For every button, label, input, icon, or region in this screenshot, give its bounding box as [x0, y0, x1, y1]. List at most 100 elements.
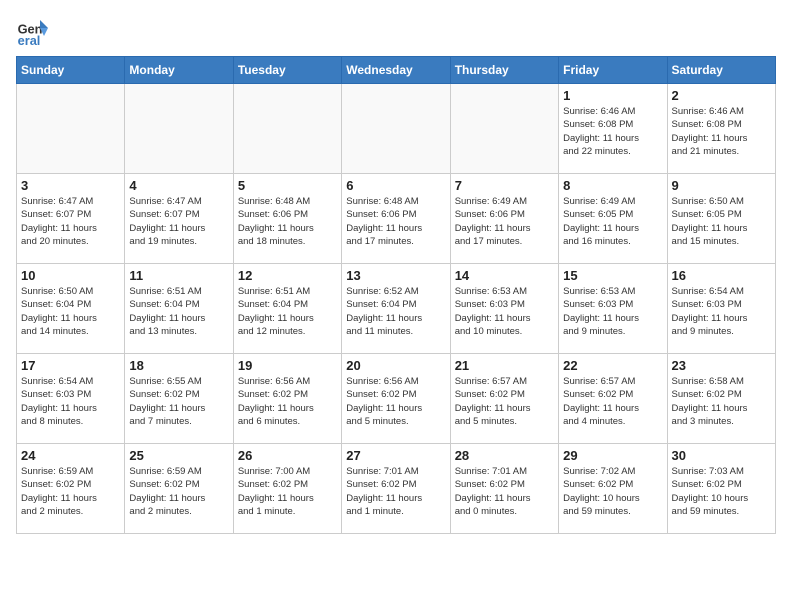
week-row-5: 24 Sunrise: 6:59 AMSunset: 6:02 PMDayligh… [17, 444, 776, 534]
day-number: 26 [238, 448, 337, 463]
day-cell: 20 Sunrise: 6:56 AMSunset: 6:02 PMDayligh… [342, 354, 450, 444]
day-cell: 13 Sunrise: 6:52 AMSunset: 6:04 PMDayligh… [342, 264, 450, 354]
week-row-2: 3 Sunrise: 6:47 AMSunset: 6:07 PMDaylight… [17, 174, 776, 264]
day-cell: 10Sunrise: 6:50 AMSunset: 6:04 PMDayligh… [17, 264, 125, 354]
col-header-saturday: Saturday [667, 57, 775, 84]
day-info: Sunrise: 6:55 AMSunset: 6:02 PMDaylight:… [129, 375, 228, 428]
day-info: Sunrise: 6:51 AMSunset: 6:04 PMDaylight:… [129, 285, 228, 338]
day-info: Sunrise: 6:49 AMSunset: 6:06 PMDaylight:… [455, 195, 554, 248]
day-cell: 5Sunrise: 6:48 AMSunset: 6:06 PMDaylight… [233, 174, 341, 264]
day-number: 15 [563, 268, 662, 283]
day-cell: 18 Sunrise: 6:55 AMSunset: 6:02 PMDayligh… [125, 354, 233, 444]
day-cell: 12 Sunrise: 6:51 AMSunset: 6:04 PMDayligh… [233, 264, 341, 354]
col-header-friday: Friday [559, 57, 667, 84]
day-cell: 2 Sunrise: 6:46 AMSunset: 6:08 PMDaylight… [667, 84, 775, 174]
day-info: Sunrise: 6:57 AMSunset: 6:02 PMDaylight:… [455, 375, 554, 428]
day-cell: 16 Sunrise: 6:54 AMSunset: 6:03 PMDayligh… [667, 264, 775, 354]
day-info: Sunrise: 6:48 AMSunset: 6:06 PMDaylight:… [238, 195, 337, 248]
day-info: Sunrise: 6:47 AMSunset: 6:07 PMDaylight:… [129, 195, 228, 248]
col-header-sunday: Sunday [17, 57, 125, 84]
day-info: Sunrise: 7:02 AMSunset: 6:02 PMDaylight:… [563, 465, 662, 518]
day-number: 12 [238, 268, 337, 283]
day-cell: 3 Sunrise: 6:47 AMSunset: 6:07 PMDaylight… [17, 174, 125, 264]
day-number: 27 [346, 448, 445, 463]
day-cell: 7 Sunrise: 6:49 AMSunset: 6:06 PMDaylight… [450, 174, 558, 264]
col-header-wednesday: Wednesday [342, 57, 450, 84]
day-number: 11 [129, 268, 228, 283]
day-info: Sunrise: 6:47 AMSunset: 6:07 PMDaylight:… [21, 195, 120, 248]
day-number: 24 [21, 448, 120, 463]
logo: Gen eral [16, 16, 52, 48]
day-number: 29 [563, 448, 662, 463]
day-cell: 8Sunrise: 6:49 AMSunset: 6:05 PMDaylight… [559, 174, 667, 264]
day-number: 1 [563, 88, 662, 103]
day-number: 20 [346, 358, 445, 373]
day-cell: 29 Sunrise: 7:02 AMSunset: 6:02 PMDayligh… [559, 444, 667, 534]
day-info: Sunrise: 6:50 AMSunset: 6:05 PMDaylight:… [672, 195, 771, 248]
day-info: Sunrise: 6:57 AMSunset: 6:02 PMDaylight:… [563, 375, 662, 428]
week-row-3: 10Sunrise: 6:50 AMSunset: 6:04 PMDayligh… [17, 264, 776, 354]
day-info: Sunrise: 6:54 AMSunset: 6:03 PMDaylight:… [672, 285, 771, 338]
day-cell: 28 Sunrise: 7:01 AMSunset: 6:02 PMDayligh… [450, 444, 558, 534]
day-info: Sunrise: 6:59 AMSunset: 6:02 PMDaylight:… [129, 465, 228, 518]
day-info: Sunrise: 6:46 AMSunset: 6:08 PMDaylight:… [563, 105, 662, 158]
day-cell [233, 84, 341, 174]
day-cell [342, 84, 450, 174]
day-cell: 9 Sunrise: 6:50 AMSunset: 6:05 PMDaylight… [667, 174, 775, 264]
day-cell: 22 Sunrise: 6:57 AMSunset: 6:02 PMDayligh… [559, 354, 667, 444]
day-number: 17 [21, 358, 120, 373]
day-info: Sunrise: 6:49 AMSunset: 6:05 PMDaylight:… [563, 195, 662, 248]
day-info: Sunrise: 6:56 AMSunset: 6:02 PMDaylight:… [346, 375, 445, 428]
day-cell: 19Sunrise: 6:56 AMSunset: 6:02 PMDayligh… [233, 354, 341, 444]
day-number: 6 [346, 178, 445, 193]
day-info: Sunrise: 6:53 AMSunset: 6:03 PMDaylight:… [455, 285, 554, 338]
svg-text:eral: eral [18, 33, 41, 48]
day-info: Sunrise: 6:59 AMSunset: 6:02 PMDaylight:… [21, 465, 120, 518]
day-cell: 4 Sunrise: 6:47 AMSunset: 6:07 PMDaylight… [125, 174, 233, 264]
day-cell: 23Sunrise: 6:58 AMSunset: 6:02 PMDayligh… [667, 354, 775, 444]
day-cell: 26Sunrise: 7:00 AMSunset: 6:02 PMDayligh… [233, 444, 341, 534]
day-number: 2 [672, 88, 771, 103]
logo-icon: Gen eral [16, 16, 48, 48]
day-cell: 1 Sunrise: 6:46 AMSunset: 6:08 PMDaylight… [559, 84, 667, 174]
day-info: Sunrise: 6:52 AMSunset: 6:04 PMDaylight:… [346, 285, 445, 338]
day-cell: 14 Sunrise: 6:53 AMSunset: 6:03 PMDayligh… [450, 264, 558, 354]
day-cell: 15 Sunrise: 6:53 AMSunset: 6:03 PMDayligh… [559, 264, 667, 354]
day-info: Sunrise: 6:54 AMSunset: 6:03 PMDaylight:… [21, 375, 120, 428]
day-cell: 6 Sunrise: 6:48 AMSunset: 6:06 PMDaylight… [342, 174, 450, 264]
day-cell: 17 Sunrise: 6:54 AMSunset: 6:03 PMDayligh… [17, 354, 125, 444]
col-header-thursday: Thursday [450, 57, 558, 84]
day-cell: 11 Sunrise: 6:51 AMSunset: 6:04 PMDayligh… [125, 264, 233, 354]
day-cell: 27 Sunrise: 7:01 AMSunset: 6:02 PMDayligh… [342, 444, 450, 534]
day-number: 18 [129, 358, 228, 373]
day-number: 16 [672, 268, 771, 283]
day-cell: 25 Sunrise: 6:59 AMSunset: 6:02 PMDayligh… [125, 444, 233, 534]
day-number: 7 [455, 178, 554, 193]
day-number: 13 [346, 268, 445, 283]
day-cell: 24 Sunrise: 6:59 AMSunset: 6:02 PMDayligh… [17, 444, 125, 534]
day-info: Sunrise: 6:46 AMSunset: 6:08 PMDaylight:… [672, 105, 771, 158]
day-number: 19 [238, 358, 337, 373]
day-info: Sunrise: 6:53 AMSunset: 6:03 PMDaylight:… [563, 285, 662, 338]
day-number: 30 [672, 448, 771, 463]
day-info: Sunrise: 6:50 AMSunset: 6:04 PMDaylight:… [21, 285, 120, 338]
day-number: 28 [455, 448, 554, 463]
day-cell [17, 84, 125, 174]
calendar-table: SundayMondayTuesdayWednesdayThursdayFrid… [16, 56, 776, 534]
day-info: Sunrise: 6:51 AMSunset: 6:04 PMDaylight:… [238, 285, 337, 338]
day-number: 14 [455, 268, 554, 283]
day-number: 9 [672, 178, 771, 193]
day-info: Sunrise: 7:01 AMSunset: 6:02 PMDaylight:… [346, 465, 445, 518]
day-number: 23 [672, 358, 771, 373]
day-info: Sunrise: 6:48 AMSunset: 6:06 PMDaylight:… [346, 195, 445, 248]
col-header-monday: Monday [125, 57, 233, 84]
day-number: 3 [21, 178, 120, 193]
day-number: 4 [129, 178, 228, 193]
day-cell [125, 84, 233, 174]
page-header: Gen eral [16, 16, 776, 48]
day-number: 21 [455, 358, 554, 373]
day-info: Sunrise: 7:01 AMSunset: 6:02 PMDaylight:… [455, 465, 554, 518]
day-info: Sunrise: 7:03 AMSunset: 6:02 PMDaylight:… [672, 465, 771, 518]
day-number: 25 [129, 448, 228, 463]
day-number: 22 [563, 358, 662, 373]
